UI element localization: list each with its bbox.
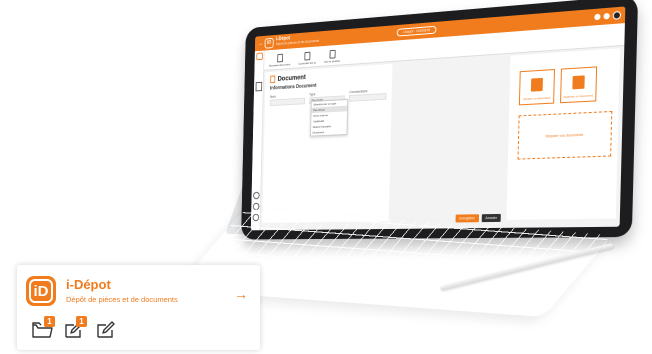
dropdown-option[interactable]: Document bbox=[311, 128, 347, 135]
settings-icon[interactable] bbox=[594, 13, 601, 21]
toolbar-view-attachments[interactable]: Consulter les pj bbox=[298, 51, 316, 66]
field-comment: Commentaire bbox=[349, 88, 387, 102]
app-logo: iD bbox=[264, 37, 274, 49]
comment-input[interactable] bbox=[349, 92, 387, 102]
action-label: Joindre un document bbox=[522, 95, 551, 102]
home-icon[interactable] bbox=[256, 52, 263, 61]
upload-panel: Joindre un document Scanner un document … bbox=[506, 48, 621, 220]
app-card[interactable]: iD i-Dépot Dépôt de pièces et de documen… bbox=[17, 265, 260, 350]
toolbar-label: Nouveau document bbox=[268, 62, 291, 68]
document-title: Document bbox=[277, 73, 306, 83]
card-title: i-Dépot bbox=[66, 277, 111, 292]
menu-icon[interactable] bbox=[603, 12, 610, 20]
notification-badge: 1 bbox=[76, 316, 87, 327]
card-subtitle: Dépôt de pièces et de documents bbox=[66, 295, 178, 304]
document-icon[interactable] bbox=[255, 81, 263, 92]
tablet-screen: ← iD i-Dépot Dépôt de pièces et de docum… bbox=[250, 6, 626, 231]
field-name: Nom bbox=[269, 93, 305, 107]
download-icon bbox=[530, 77, 543, 92]
form-buttons: Enregistrer Annuler bbox=[455, 213, 501, 223]
copy-icon bbox=[572, 75, 585, 90]
attach-document-button[interactable]: Joindre un document bbox=[518, 69, 555, 106]
toolbar-label: Voir le dossier bbox=[324, 58, 341, 64]
avatar[interactable] bbox=[612, 10, 622, 20]
context-pill[interactable]: i-Dépôt - 12345678 bbox=[396, 25, 437, 37]
document-icon bbox=[270, 75, 276, 84]
save-button[interactable]: Enregistrer bbox=[455, 214, 479, 223]
toolbar-new-document[interactable]: Nouveau document bbox=[268, 53, 291, 68]
stage: ← iD i-Dépot Dépôt de pièces et de docum… bbox=[0, 0, 652, 354]
edit-alt-icon[interactable] bbox=[95, 320, 117, 342]
tablet-frame: ← iD i-Dépot Dépôt de pièces et de docum… bbox=[241, 0, 639, 240]
drop-zone[interactable]: Déposer vos documents bbox=[517, 110, 613, 160]
scan-document-button[interactable]: Scanner un document bbox=[560, 66, 598, 104]
document-form-panel: Document Informations Document Nom Type … bbox=[262, 63, 393, 223]
cancel-button[interactable]: Annuler bbox=[481, 213, 501, 223]
name-input[interactable] bbox=[269, 97, 305, 107]
help-icon[interactable] bbox=[253, 191, 260, 200]
new-document-icon bbox=[276, 53, 283, 63]
logo-text: iD bbox=[29, 279, 53, 303]
toolbar-label: Consulter les pj bbox=[298, 60, 316, 66]
app-logo: iD bbox=[26, 276, 56, 306]
card-icons: 1 1 bbox=[31, 316, 117, 342]
folder-icon bbox=[329, 49, 336, 59]
attachments-icon bbox=[304, 51, 311, 61]
folder-icon[interactable]: 1 bbox=[31, 316, 55, 342]
arrow-right-icon[interactable]: → bbox=[234, 286, 248, 302]
topbar-titles: i-Dépot Dépôt de pièces et de documents bbox=[276, 34, 319, 47]
type-dropdown[interactable]: Sélectionner un type Pas choisi Choix in… bbox=[310, 98, 349, 137]
topbar-icons bbox=[594, 10, 622, 21]
notification-badge: 1 bbox=[44, 316, 55, 327]
toolbar-view-folder[interactable]: Voir le dossier bbox=[324, 49, 341, 64]
edit-icon[interactable]: 1 bbox=[63, 316, 87, 342]
action-label: Scanner un document bbox=[563, 93, 594, 100]
